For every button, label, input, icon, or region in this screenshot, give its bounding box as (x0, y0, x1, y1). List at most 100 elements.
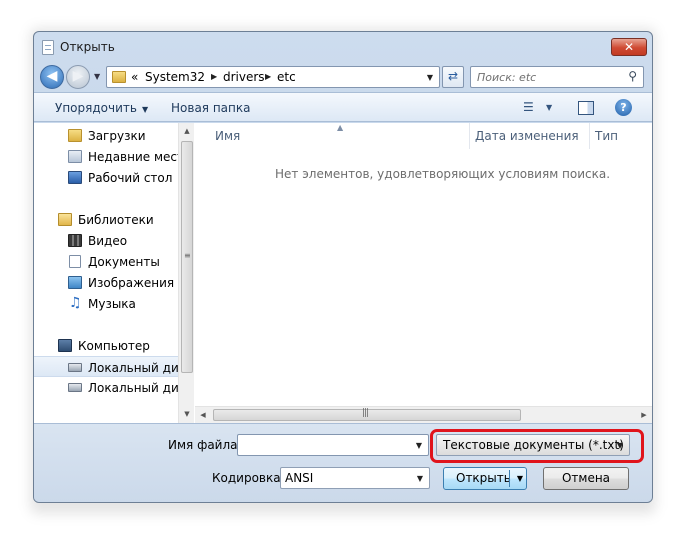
sidebar-item-label: Загрузки (88, 129, 146, 143)
refresh-button[interactable]: ⇄ (442, 66, 464, 88)
sidebar-item-label: Компьютер (78, 339, 150, 353)
scroll-left-arrow-icon[interactable]: ◀ (195, 407, 211, 423)
sidebar-item-pictures[interactable]: Изображения (34, 272, 178, 293)
computer-icon (58, 339, 72, 352)
open-options-dropdown-icon[interactable]: ▼ (517, 468, 523, 489)
content-area: Загрузки Недавние места Рабочий стол Биб… (34, 123, 652, 423)
arrow-right-icon: ▶ (72, 68, 84, 84)
title-bar: Открыть ✕ (34, 32, 652, 62)
help-icon[interactable]: ? (615, 99, 632, 116)
open-file-dialog: Открыть ✕ ◀ ▶ ▼ « System32 ▶ drivers ▶ e… (33, 31, 653, 503)
notepad-icon (42, 40, 54, 55)
sidebar-item-label: Изображения (88, 276, 175, 290)
horizontal-scrollbar[interactable]: ◀ ||| ▶ (195, 406, 652, 423)
address-overflow[interactable]: « (131, 70, 138, 84)
navigation-scroll-thumb[interactable]: ≡ (181, 141, 193, 373)
column-header-date-modified[interactable]: Дата изменения (475, 123, 579, 149)
scroll-up-arrow-icon[interactable]: ▲ (179, 123, 195, 139)
address-history-dropdown[interactable]: ▼ (427, 73, 433, 82)
breadcrumb-separator-icon[interactable]: ▶ (265, 72, 271, 81)
sort-ascending-icon: ▲ (337, 123, 344, 132)
empty-results-message: Нет элементов, удовлетворяющих условиям … (275, 167, 611, 181)
breadcrumb-system32[interactable]: System32 (145, 70, 205, 84)
local-disk-icon (68, 383, 82, 392)
sidebar-item-downloads[interactable]: Загрузки (34, 125, 178, 146)
encoding-label: Кодировка: (212, 471, 285, 485)
search-input[interactable] (477, 69, 637, 85)
sidebar-item-label: Документы (88, 255, 160, 269)
scroll-right-arrow-icon[interactable]: ▶ (636, 407, 652, 423)
preview-pane-icon[interactable] (578, 101, 594, 115)
filename-combobox[interactable]: ▼ (237, 434, 429, 456)
sidebar-item-recent-places[interactable]: Недавние места (34, 146, 178, 167)
column-divider[interactable] (589, 123, 590, 149)
command-toolbar: Упорядочить ▼ Новая папка ☰ ▼ ? (34, 92, 652, 122)
sidebar-item-label: Музыка (88, 297, 136, 311)
organize-button[interactable]: Упорядочить ▼ (55, 101, 148, 115)
back-button[interactable]: ◀ (40, 65, 64, 89)
column-divider[interactable] (469, 123, 470, 149)
scroll-down-arrow-icon[interactable]: ▼ (179, 406, 195, 422)
navigation-scrollbar[interactable]: ▲ ≡ ▼ (178, 123, 194, 423)
cancel-button[interactable]: Отмена (543, 467, 629, 490)
new-folder-button[interactable]: Новая папка (171, 101, 250, 115)
music-library-icon: ♫ (69, 295, 82, 311)
open-button[interactable]: Открыть ▼ (443, 467, 527, 490)
chevron-down-icon: ▼ (141, 105, 149, 114)
desktop-icon (68, 171, 82, 184)
documents-library-icon (69, 255, 81, 268)
sidebar-item-label: Недавние места (88, 150, 178, 164)
recent-places-icon (68, 150, 82, 163)
sidebar-item-computer[interactable]: Компьютер (34, 335, 178, 356)
refresh-icon: ⇄ (447, 69, 459, 83)
sidebar-item-label: Локальный диск (88, 361, 178, 375)
sidebar-item-local-disk-d[interactable]: Локальный диск (34, 377, 178, 398)
pictures-library-icon (68, 276, 82, 289)
close-button[interactable]: ✕ (611, 38, 647, 56)
sidebar-item-documents[interactable]: Документы (34, 251, 178, 272)
file-list-pane: ▲ Имя Дата изменения Тип Нет элементов, … (195, 123, 652, 423)
grip-icon: ||| (362, 408, 369, 418)
encoding-selected: ANSI (285, 471, 314, 485)
forward-button[interactable]: ▶ (66, 65, 90, 89)
libraries-icon (58, 213, 72, 226)
recent-pages-dropdown[interactable]: ▼ (94, 72, 100, 81)
search-box[interactable]: ⚲ (470, 66, 644, 88)
local-disk-icon (68, 363, 82, 372)
search-icon[interactable]: ⚲ (628, 69, 637, 83)
bottom-panel: Имя файла: ▼ Текстовые документы (*.txt)… (34, 423, 652, 502)
window-title: Открыть (60, 40, 115, 54)
sidebar-item-video[interactable]: Видео (34, 230, 178, 251)
video-library-icon (68, 234, 82, 247)
column-header-name[interactable]: Имя (215, 123, 240, 149)
annotation-highlight (430, 429, 644, 463)
navigation-bar: ◀ ▶ ▼ « System32 ▶ drivers ▶ etc ▼ ⇄ ⚲ (34, 62, 652, 92)
view-list-icon[interactable]: ☰ (523, 100, 534, 114)
horizontal-scroll-thumb[interactable]: ||| (213, 408, 521, 421)
sidebar-item-local-disk-c[interactable]: Локальный диск (34, 356, 178, 377)
open-button-label: Открыть (456, 471, 511, 485)
downloads-folder-icon (68, 129, 82, 142)
view-options-dropdown[interactable]: ▼ (546, 103, 552, 112)
sidebar-item-desktop[interactable]: Рабочий стол (34, 167, 178, 188)
navigation-pane: Загрузки Недавние места Рабочий стол Биб… (34, 123, 194, 423)
organize-label: Упорядочить (55, 101, 137, 115)
arrow-left-icon: ◀ (46, 68, 58, 84)
grip-icon: ≡ (184, 251, 191, 260)
filename-input[interactable] (242, 437, 412, 453)
split-divider (509, 470, 510, 487)
sidebar-item-label: Локальный диск (88, 381, 178, 395)
encoding-select[interactable]: ANSI ▼ (280, 467, 430, 489)
sidebar-item-label: Библиотеки (78, 213, 154, 227)
column-header-type[interactable]: Тип (595, 123, 618, 149)
chevron-down-icon[interactable]: ▼ (416, 441, 422, 450)
filename-label: Имя файла: (168, 438, 242, 452)
breadcrumb-etc[interactable]: etc (277, 70, 296, 84)
address-bar[interactable]: « System32 ▶ drivers ▶ etc ▼ (106, 66, 440, 88)
sidebar-item-libraries[interactable]: Библиотеки (34, 209, 178, 230)
sidebar-item-label: Видео (88, 234, 128, 248)
sidebar-item-music[interactable]: ♫ Музыка (34, 293, 178, 314)
breadcrumb-drivers[interactable]: drivers (223, 70, 265, 84)
breadcrumb-separator-icon[interactable]: ▶ (211, 72, 217, 81)
sidebar-item-label: Рабочий стол (88, 171, 173, 185)
